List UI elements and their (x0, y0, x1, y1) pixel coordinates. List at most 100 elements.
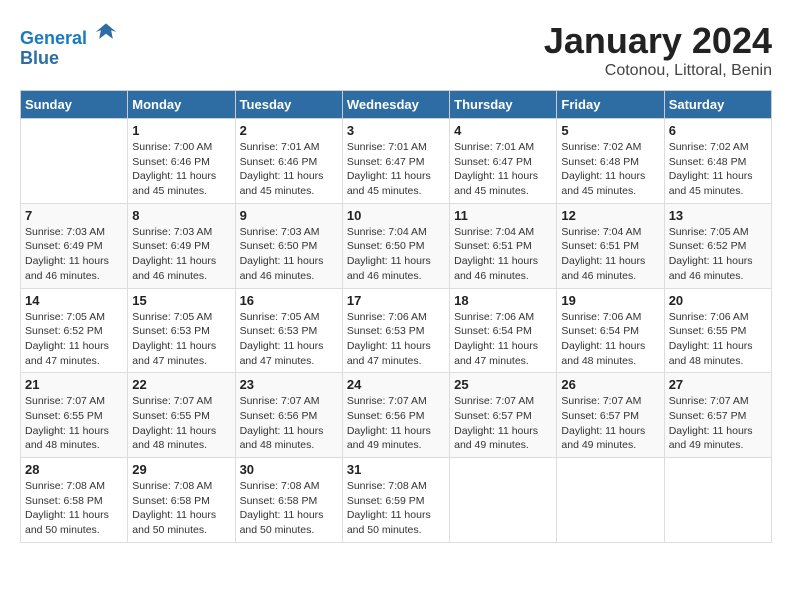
logo: General Blue (20, 20, 118, 69)
day-number: 6 (669, 123, 767, 138)
day-number: 12 (561, 208, 659, 223)
calendar-cell: 1Sunrise: 7:00 AM Sunset: 6:46 PM Daylig… (128, 119, 235, 204)
calendar-cell: 3 Sunrise: 7:01 AM Sunset: 6:47 PM Daylig… (342, 119, 449, 204)
day-info: Sunrise: 7:08 AM Sunset: 6:59 PM Dayligh… (347, 479, 445, 538)
column-header-tuesday: Tuesday (235, 91, 342, 119)
calendar-cell: 26 Sunrise: 7:07 AM Sunset: 6:57 PM Dayli… (557, 373, 664, 458)
day-number: 17 (347, 293, 445, 308)
day-number: 15 (132, 293, 230, 308)
day-number: 26 (561, 377, 659, 392)
day-info: Sunrise: 7:01 AM Sunset: 6:46 PM Dayligh… (240, 140, 338, 199)
day-number: 27 (669, 377, 767, 392)
calendar-cell: 18 Sunrise: 7:06 AM Sunset: 6:54 PM Dayli… (450, 288, 557, 373)
calendar-cell (664, 458, 771, 543)
calendar-cell: 2 Sunrise: 7:01 AM Sunset: 6:46 PM Daylig… (235, 119, 342, 204)
day-number: 31 (347, 462, 445, 477)
column-header-saturday: Saturday (664, 91, 771, 119)
day-number: 16 (240, 293, 338, 308)
day-info: Sunrise: 7:06 AM Sunset: 6:53 PM Dayligh… (347, 310, 445, 369)
day-info: Sunrise: 7:07 AM Sunset: 6:57 PM Dayligh… (454, 394, 552, 453)
day-number: 19 (561, 293, 659, 308)
calendar-cell: 5Sunrise: 7:02 AM Sunset: 6:48 PM Daylig… (557, 119, 664, 204)
calendar-table: SundayMondayTuesdayWednesdayThursdayFrid… (20, 90, 772, 543)
day-number: 2 (240, 123, 338, 138)
day-number: 21 (25, 377, 123, 392)
day-number: 10 (347, 208, 445, 223)
day-number: 8 (132, 208, 230, 223)
calendar-cell: 6 Sunrise: 7:02 AM Sunset: 6:48 PM Daylig… (664, 119, 771, 204)
day-info: Sunrise: 7:01 AM Sunset: 6:47 PM Dayligh… (347, 140, 445, 199)
day-info: Sunrise: 7:06 AM Sunset: 6:54 PM Dayligh… (454, 310, 552, 369)
week-row-4: 21 Sunrise: 7:07 AM Sunset: 6:55 PM Dayli… (21, 373, 772, 458)
day-info: Sunrise: 7:05 AM Sunset: 6:53 PM Dayligh… (132, 310, 230, 369)
column-header-sunday: Sunday (21, 91, 128, 119)
day-info: Sunrise: 7:08 AM Sunset: 6:58 PM Dayligh… (240, 479, 338, 538)
calendar-body: 1Sunrise: 7:00 AM Sunset: 6:46 PM Daylig… (21, 119, 772, 543)
page-title: January 2024 (544, 20, 772, 62)
day-info: Sunrise: 7:06 AM Sunset: 6:54 PM Dayligh… (561, 310, 659, 369)
day-number: 18 (454, 293, 552, 308)
day-info: Sunrise: 7:08 AM Sunset: 6:58 PM Dayligh… (25, 479, 123, 538)
day-info: Sunrise: 7:04 AM Sunset: 6:50 PM Dayligh… (347, 225, 445, 284)
day-number: 9 (240, 208, 338, 223)
calendar-cell (557, 458, 664, 543)
calendar-cell: 27 Sunrise: 7:07 AM Sunset: 6:57 PM Dayli… (664, 373, 771, 458)
page-subtitle: Cotonou, Littoral, Benin (544, 62, 772, 80)
column-header-wednesday: Wednesday (342, 91, 449, 119)
logo-bird-icon (94, 20, 118, 44)
day-info: Sunrise: 7:03 AM Sunset: 6:49 PM Dayligh… (132, 225, 230, 284)
day-info: Sunrise: 7:04 AM Sunset: 6:51 PM Dayligh… (454, 225, 552, 284)
day-number: 11 (454, 208, 552, 223)
calendar-cell: 30 Sunrise: 7:08 AM Sunset: 6:58 PM Dayli… (235, 458, 342, 543)
column-header-thursday: Thursday (450, 91, 557, 119)
day-info: Sunrise: 7:07 AM Sunset: 6:55 PM Dayligh… (25, 394, 123, 453)
day-info: Sunrise: 7:02 AM Sunset: 6:48 PM Dayligh… (669, 140, 767, 199)
day-info: Sunrise: 7:08 AM Sunset: 6:58 PM Dayligh… (132, 479, 230, 538)
calendar-cell: 8 Sunrise: 7:03 AM Sunset: 6:49 PM Daylig… (128, 203, 235, 288)
day-number: 4 (454, 123, 552, 138)
day-info: Sunrise: 7:05 AM Sunset: 6:53 PM Dayligh… (240, 310, 338, 369)
calendar-cell: 29 Sunrise: 7:08 AM Sunset: 6:58 PM Dayli… (128, 458, 235, 543)
calendar-cell: 10 Sunrise: 7:04 AM Sunset: 6:50 PM Dayli… (342, 203, 449, 288)
day-number: 29 (132, 462, 230, 477)
week-row-1: 1Sunrise: 7:00 AM Sunset: 6:46 PM Daylig… (21, 119, 772, 204)
week-row-5: 28 Sunrise: 7:08 AM Sunset: 6:58 PM Dayli… (21, 458, 772, 543)
day-info: Sunrise: 7:01 AM Sunset: 6:47 PM Dayligh… (454, 140, 552, 199)
week-row-2: 7 Sunrise: 7:03 AM Sunset: 6:49 PM Daylig… (21, 203, 772, 288)
day-info: Sunrise: 7:00 AM Sunset: 6:46 PM Dayligh… (132, 140, 230, 199)
calendar-cell (21, 119, 128, 204)
calendar-cell: 22Sunrise: 7:07 AM Sunset: 6:55 PM Dayli… (128, 373, 235, 458)
calendar-cell: 23Sunrise: 7:07 AM Sunset: 6:56 PM Dayli… (235, 373, 342, 458)
day-number: 5 (561, 123, 659, 138)
calendar-cell: 12 Sunrise: 7:04 AM Sunset: 6:51 PM Dayli… (557, 203, 664, 288)
day-number: 3 (347, 123, 445, 138)
calendar-cell: 19 Sunrise: 7:06 AM Sunset: 6:54 PM Dayli… (557, 288, 664, 373)
day-info: Sunrise: 7:07 AM Sunset: 6:57 PM Dayligh… (561, 394, 659, 453)
logo-line1: General (20, 28, 87, 48)
day-number: 20 (669, 293, 767, 308)
week-row-3: 14 Sunrise: 7:05 AM Sunset: 6:52 PM Dayli… (21, 288, 772, 373)
calendar-cell: 4 Sunrise: 7:01 AM Sunset: 6:47 PM Daylig… (450, 119, 557, 204)
day-info: Sunrise: 7:05 AM Sunset: 6:52 PM Dayligh… (25, 310, 123, 369)
day-number: 14 (25, 293, 123, 308)
calendar-cell: 25 Sunrise: 7:07 AM Sunset: 6:57 PM Dayli… (450, 373, 557, 458)
calendar-header-row: SundayMondayTuesdayWednesdayThursdayFrid… (21, 91, 772, 119)
calendar-cell (450, 458, 557, 543)
day-info: Sunrise: 7:04 AM Sunset: 6:51 PM Dayligh… (561, 225, 659, 284)
day-number: 22 (132, 377, 230, 392)
day-number: 28 (25, 462, 123, 477)
calendar-cell: 16 Sunrise: 7:05 AM Sunset: 6:53 PM Dayli… (235, 288, 342, 373)
day-info: Sunrise: 7:03 AM Sunset: 6:50 PM Dayligh… (240, 225, 338, 284)
day-number: 13 (669, 208, 767, 223)
day-number: 23 (240, 377, 338, 392)
calendar-cell: 31 Sunrise: 7:08 AM Sunset: 6:59 PM Dayli… (342, 458, 449, 543)
day-number: 7 (25, 208, 123, 223)
day-number: 30 (240, 462, 338, 477)
day-number: 25 (454, 377, 552, 392)
day-info: Sunrise: 7:07 AM Sunset: 6:57 PM Dayligh… (669, 394, 767, 453)
day-info: Sunrise: 7:03 AM Sunset: 6:49 PM Dayligh… (25, 225, 123, 284)
calendar-cell: 14 Sunrise: 7:05 AM Sunset: 6:52 PM Dayli… (21, 288, 128, 373)
calendar-cell: 28 Sunrise: 7:08 AM Sunset: 6:58 PM Dayli… (21, 458, 128, 543)
calendar-cell: 7 Sunrise: 7:03 AM Sunset: 6:49 PM Daylig… (21, 203, 128, 288)
day-info: Sunrise: 7:06 AM Sunset: 6:55 PM Dayligh… (669, 310, 767, 369)
